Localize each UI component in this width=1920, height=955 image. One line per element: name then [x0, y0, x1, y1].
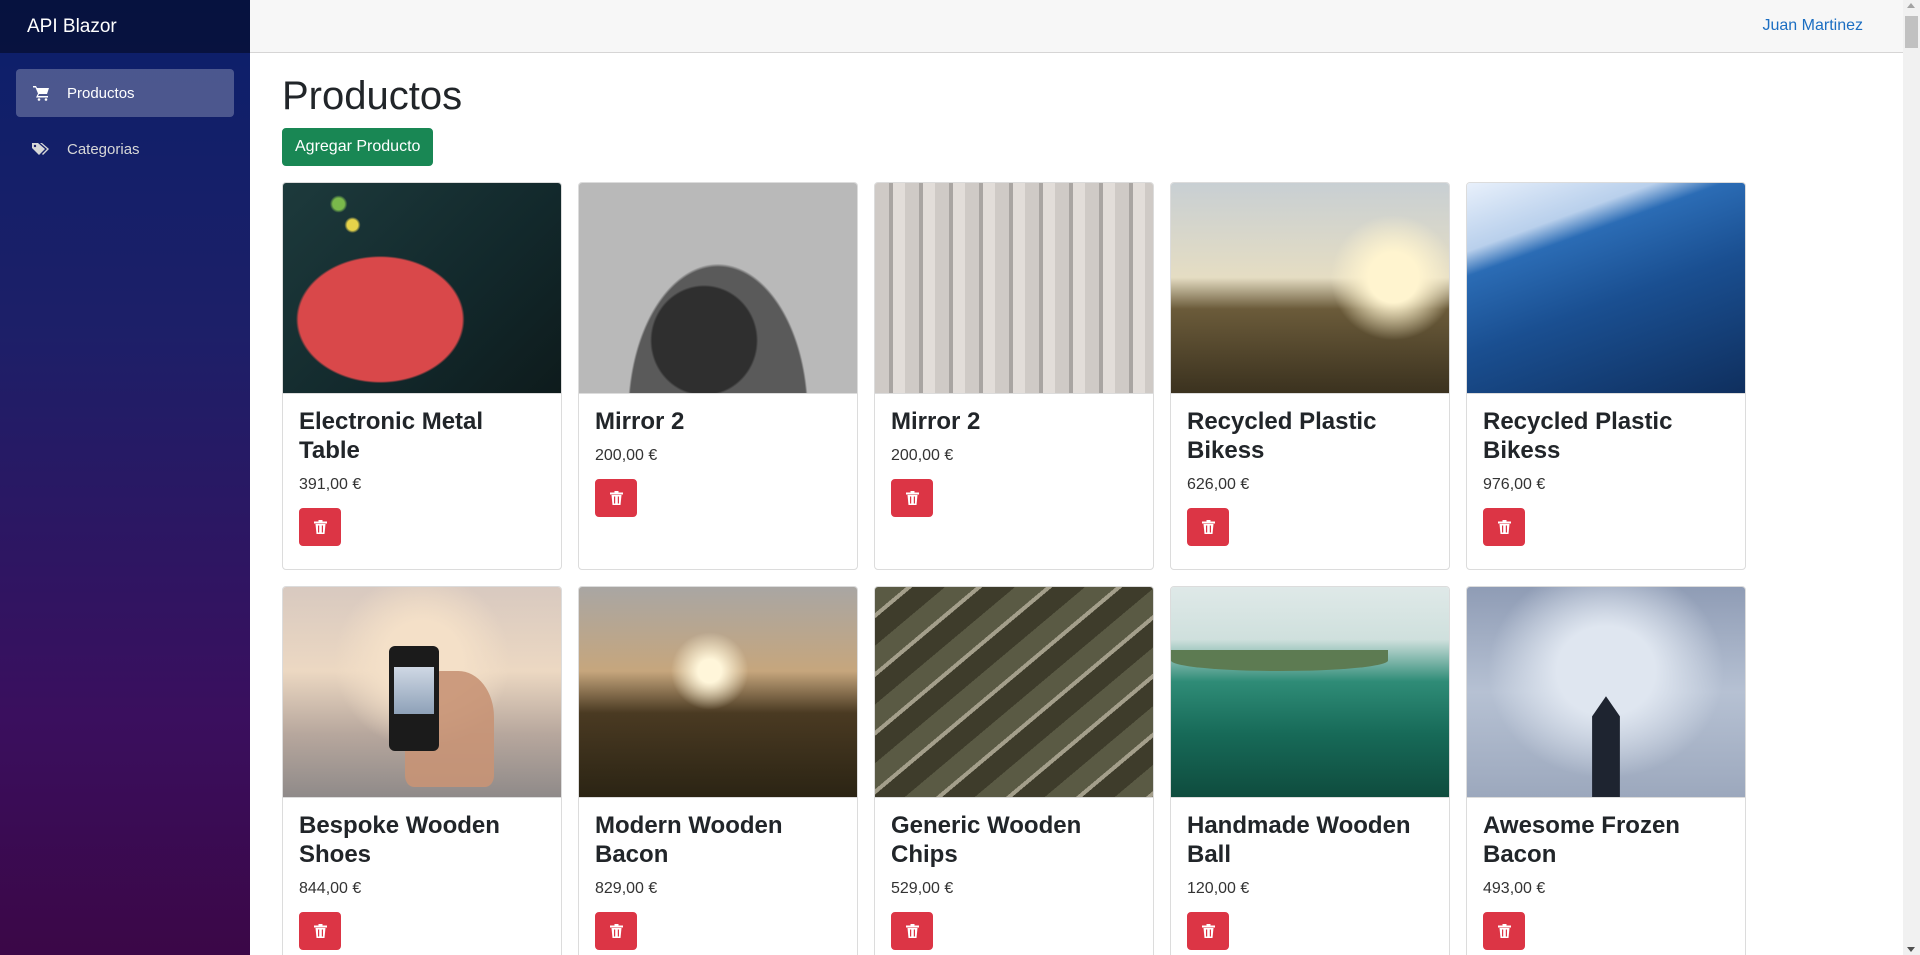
trash-icon — [1497, 923, 1511, 938]
product-name: Awesome Frozen Bacon — [1483, 812, 1680, 868]
product-card: Handmade Wooden Ball 120,00 € — [1170, 586, 1450, 955]
scroll-down-icon[interactable] — [1907, 947, 1915, 952]
product-image — [283, 183, 561, 394]
delete-product-button[interactable] — [1187, 911, 1229, 950]
user-link[interactable]: Juan Martinez — [1763, 17, 1864, 35]
trash-icon — [905, 923, 919, 938]
delete-product-button[interactable] — [1483, 507, 1525, 546]
cart-icon — [32, 83, 52, 103]
product-price: 976,00 € — [1483, 475, 1546, 493]
brand-bar: API Blazor — [0, 0, 250, 53]
trash-icon — [1497, 519, 1511, 534]
delete-product-button[interactable] — [1187, 507, 1229, 546]
product-name: Modern Wooden Bacon — [595, 812, 783, 868]
product-name: Generic Wooden Chips — [891, 812, 1082, 868]
delete-product-button[interactable] — [299, 911, 341, 950]
delete-product-button[interactable] — [299, 507, 341, 546]
card-body: Electronic Metal Table 391,00 € — [283, 394, 561, 560]
product-card: Recycled Plastic Bikess 626,00 € — [1170, 182, 1450, 570]
product-image — [283, 587, 561, 798]
card-body: Recycled Plastic Bikess 626,00 € — [1171, 394, 1449, 560]
delete-product-button[interactable] — [595, 911, 637, 950]
product-card: Generic Wooden Chips 529,00 € — [874, 586, 1154, 955]
product-price: 391,00 € — [299, 475, 362, 493]
product-image — [1171, 183, 1449, 394]
add-product-button[interactable]: Agregar Producto — [282, 128, 434, 166]
product-card: Bespoke Wooden Shoes 844,00 € — [282, 586, 562, 955]
main-content: Productos Agregar Producto Electronic Me… — [282, 52, 1882, 955]
scroll-up-icon[interactable] — [1907, 3, 1915, 8]
product-name: Mirror 2 — [891, 408, 981, 435]
product-price: 200,00 € — [595, 446, 658, 464]
product-name: Handmade Wooden Ball — [1187, 812, 1411, 868]
delete-product-button[interactable] — [1483, 911, 1525, 950]
brand-title[interactable]: API Blazor — [27, 16, 117, 38]
product-image — [579, 183, 857, 394]
sidebar-nav: Productos Categorias — [0, 53, 250, 173]
card-body: Mirror 2 200,00 € — [875, 394, 1153, 531]
trash-icon — [905, 490, 919, 505]
delete-product-button[interactable] — [595, 478, 637, 517]
sidebar-item-label: Productos — [67, 84, 135, 102]
product-price: 529,00 € — [891, 879, 954, 897]
trash-icon — [313, 923, 327, 938]
canoe-shape — [1171, 650, 1388, 671]
phone-shape — [388, 645, 439, 751]
product-price: 844,00 € — [299, 879, 362, 897]
card-body: Modern Wooden Bacon 829,00 € — [579, 798, 857, 955]
product-image — [875, 587, 1153, 798]
scrollbar[interactable] — [1903, 0, 1920, 955]
product-card: Mirror 2 200,00 € — [874, 182, 1154, 570]
product-name: Recycled Plastic Bikess — [1187, 408, 1377, 464]
trash-icon — [609, 490, 623, 505]
product-card: Mirror 2 200,00 € — [578, 182, 858, 570]
product-price: 829,00 € — [595, 879, 658, 897]
card-body: Mirror 2 200,00 € — [579, 394, 857, 531]
trash-icon — [313, 519, 327, 534]
product-image — [579, 587, 857, 798]
product-image — [875, 183, 1153, 394]
delete-product-button[interactable] — [891, 478, 933, 517]
product-card: Awesome Frozen Bacon 493,00 € — [1466, 586, 1746, 955]
product-name: Bespoke Wooden Shoes — [299, 812, 500, 868]
sidebar: API Blazor Productos Categorias — [0, 0, 250, 955]
card-body: Handmade Wooden Ball 120,00 € — [1171, 798, 1449, 955]
product-price: 200,00 € — [891, 446, 954, 464]
product-price: 626,00 € — [1187, 475, 1250, 493]
product-grid: Electronic Metal Table 391,00 € Mirror 2 20… — [282, 182, 1882, 955]
top-bar: Juan Martinez — [250, 0, 1903, 53]
trash-icon — [1201, 519, 1215, 534]
product-card: Modern Wooden Bacon 829,00 € — [578, 586, 858, 955]
sidebar-item-label: Categorias — [67, 140, 140, 158]
card-body: Generic Wooden Chips 529,00 € — [875, 798, 1153, 955]
product-image — [1467, 587, 1745, 798]
trash-icon — [609, 923, 623, 938]
product-card: Electronic Metal Table 391,00 € — [282, 182, 562, 570]
product-name: Electronic Metal Table — [299, 408, 484, 464]
card-body: Awesome Frozen Bacon 493,00 € — [1467, 798, 1745, 955]
page-title: Productos — [282, 74, 463, 118]
product-price: 120,00 € — [1187, 879, 1250, 897]
product-name: Recycled Plastic Bikess — [1483, 408, 1673, 464]
delete-product-button[interactable] — [891, 911, 933, 950]
card-body: Recycled Plastic Bikess 976,00 € — [1467, 394, 1745, 560]
product-card: Recycled Plastic Bikess 976,00 € — [1466, 182, 1746, 570]
tags-icon — [32, 139, 52, 159]
product-image — [1171, 587, 1449, 798]
scroll-thumb[interactable] — [1905, 16, 1918, 48]
trash-icon — [1201, 923, 1215, 938]
tower-shape — [1592, 696, 1620, 797]
product-price: 493,00 € — [1483, 879, 1546, 897]
sidebar-item-productos[interactable]: Productos — [16, 69, 234, 117]
product-name: Mirror 2 — [595, 408, 685, 435]
card-body: Bespoke Wooden Shoes 844,00 € — [283, 798, 561, 955]
sidebar-item-categorias[interactable]: Categorias — [16, 125, 234, 173]
product-image — [1467, 183, 1745, 394]
